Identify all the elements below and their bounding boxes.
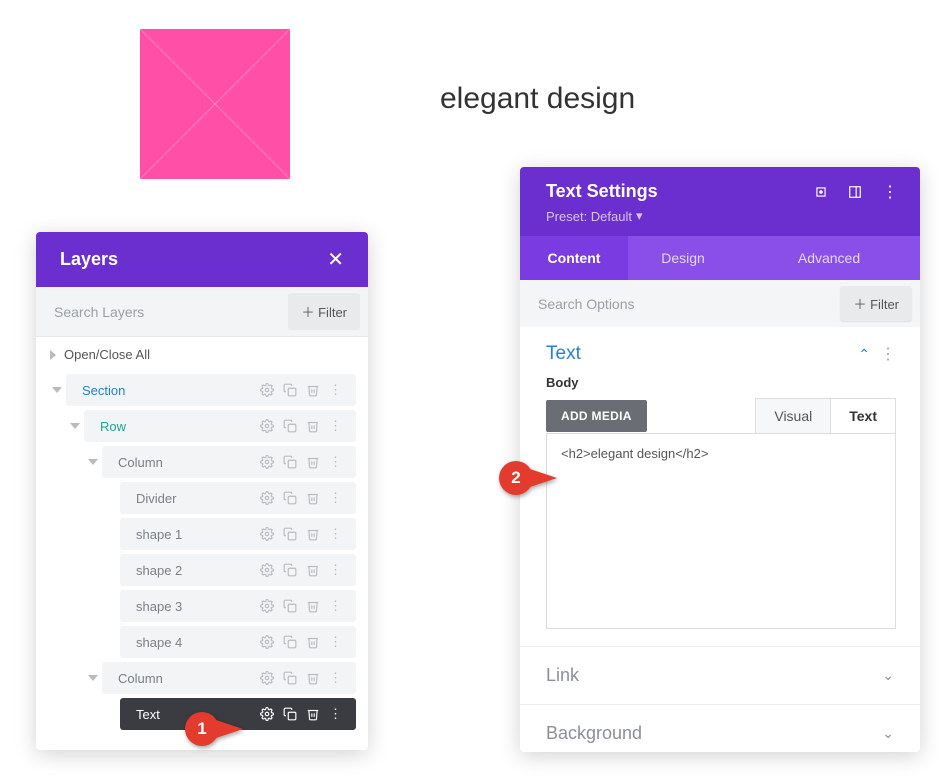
more-icon[interactable]: ⋮	[329, 634, 342, 650]
canvas-heading: elegant design	[440, 82, 635, 116]
chevron-down-icon: ⌄	[882, 725, 894, 742]
gear-icon[interactable]	[260, 455, 274, 469]
gear-icon[interactable]	[260, 599, 274, 613]
more-icon[interactable]: ⋮	[880, 344, 896, 364]
section-text: Text ⌃ ⋮ Body ADD MEDIA Visual Text	[520, 327, 920, 647]
layers-tree: Section ⋮ Row ⋮	[36, 372, 368, 750]
more-icon[interactable]: ⋮	[329, 382, 342, 398]
more-icon[interactable]: ⋮	[329, 562, 342, 578]
trash-icon[interactable]	[306, 563, 320, 577]
duplicate-icon[interactable]	[283, 383, 297, 397]
layer-shape1[interactable]: shape 1 ⋮	[48, 516, 356, 552]
layers-filter-button[interactable]: ＋ Filter	[288, 293, 360, 330]
body-label: Body	[546, 375, 896, 390]
layer-column[interactable]: Column ⋮	[48, 444, 356, 480]
gear-icon[interactable]	[260, 419, 274, 433]
layer-column2[interactable]: Column ⋮	[48, 660, 356, 696]
editor-tab-visual[interactable]: Visual	[755, 398, 830, 433]
duplicate-icon[interactable]	[283, 563, 297, 577]
expand-icon[interactable]	[814, 185, 828, 199]
caret-down-icon	[70, 423, 80, 429]
trash-icon[interactable]	[306, 527, 320, 541]
trash-icon[interactable]	[306, 491, 320, 505]
more-icon[interactable]: ⋮	[329, 598, 342, 614]
gear-icon[interactable]	[260, 635, 274, 649]
more-icon[interactable]: ⋮	[329, 454, 342, 470]
duplicate-icon[interactable]	[283, 419, 297, 433]
open-close-all[interactable]: Open/Close All	[36, 337, 368, 372]
add-media-button[interactable]: ADD MEDIA	[546, 400, 647, 432]
canvas-shape	[140, 29, 290, 179]
close-icon[interactable]: ✕	[327, 247, 344, 272]
layout-icon[interactable]	[848, 185, 862, 199]
body-editor[interactable]	[546, 433, 896, 629]
duplicate-icon[interactable]	[283, 635, 297, 649]
more-icon[interactable]: ⋮	[882, 182, 898, 202]
layers-header: Layers ✕	[36, 232, 368, 287]
settings-search-bar: ＋ Filter	[520, 280, 920, 327]
section-background[interactable]: Background ⌄	[520, 705, 920, 752]
tab-design[interactable]: Design	[628, 236, 738, 280]
layers-search-bar: ＋ Filter	[36, 287, 368, 337]
chevron-up-icon[interactable]: ⌃	[858, 346, 870, 363]
caret-down-icon	[52, 387, 62, 393]
caret-down-icon	[88, 459, 98, 465]
caret-right-icon	[50, 350, 56, 360]
more-icon[interactable]: ⋮	[329, 490, 342, 506]
settings-header: Text Settings ⋮ Preset: Default ▾	[520, 167, 920, 236]
preset-selector[interactable]: Preset: Default ▾	[546, 208, 898, 224]
duplicate-icon[interactable]	[283, 671, 297, 685]
trash-icon[interactable]	[306, 383, 320, 397]
chevron-down-icon: ⌄	[882, 667, 894, 684]
duplicate-icon[interactable]	[283, 707, 297, 721]
gear-icon[interactable]	[260, 563, 274, 577]
settings-title: Text Settings	[546, 181, 658, 202]
tab-advanced[interactable]: Advanced	[738, 236, 920, 280]
layer-shape3[interactable]: shape 3 ⋮	[48, 588, 356, 624]
layers-panel: Layers ✕ ＋ Filter Open/Close All Section…	[36, 232, 368, 750]
more-icon[interactable]: ⋮	[329, 526, 342, 542]
layers-title: Layers	[60, 249, 118, 270]
layer-row[interactable]: Row ⋮	[48, 408, 356, 444]
caret-down-icon: ▾	[636, 208, 643, 224]
trash-icon[interactable]	[306, 599, 320, 613]
gear-icon[interactable]	[260, 383, 274, 397]
trash-icon[interactable]	[306, 707, 320, 721]
duplicate-icon[interactable]	[283, 527, 297, 541]
duplicate-icon[interactable]	[283, 491, 297, 505]
gear-icon[interactable]	[260, 491, 274, 505]
trash-icon[interactable]	[306, 455, 320, 469]
trash-icon[interactable]	[306, 671, 320, 685]
settings-filter-button[interactable]: ＋ Filter	[840, 286, 912, 321]
duplicate-icon[interactable]	[283, 455, 297, 469]
layer-divider[interactable]: Divider ⋮	[48, 480, 356, 516]
editor-tab-text[interactable]: Text	[830, 398, 896, 433]
layer-section[interactable]: Section ⋮	[48, 372, 356, 408]
duplicate-icon[interactable]	[283, 599, 297, 613]
tab-content[interactable]: Content	[520, 236, 628, 280]
trash-icon[interactable]	[306, 419, 320, 433]
layer-shape4[interactable]: shape 4 ⋮	[48, 624, 356, 660]
more-icon[interactable]: ⋮	[329, 706, 342, 722]
more-icon[interactable]: ⋮	[329, 418, 342, 434]
layers-search-input[interactable]	[36, 292, 288, 332]
trash-icon[interactable]	[306, 635, 320, 649]
section-text-title[interactable]: Text	[546, 343, 581, 365]
gear-icon[interactable]	[260, 671, 274, 685]
gear-icon[interactable]	[260, 707, 274, 721]
annotation-2: 2	[499, 461, 557, 495]
settings-tabs: Content Design Advanced	[520, 236, 920, 280]
gear-icon[interactable]	[260, 527, 274, 541]
settings-search-input[interactable]	[520, 284, 832, 324]
section-link[interactable]: Link ⌄	[520, 647, 920, 705]
layer-shape2[interactable]: shape 2 ⋮	[48, 552, 356, 588]
annotation-1: 1	[185, 712, 243, 746]
caret-down-icon	[88, 675, 98, 681]
settings-panel: Text Settings ⋮ Preset: Default ▾ Conten…	[520, 167, 920, 752]
more-icon[interactable]: ⋮	[329, 670, 342, 686]
